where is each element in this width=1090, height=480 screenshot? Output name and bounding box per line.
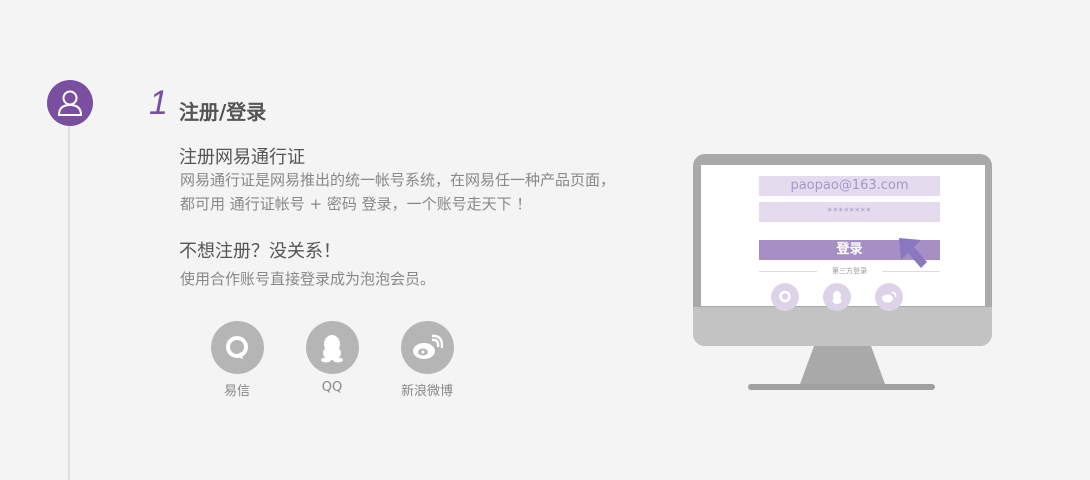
timeline-line <box>68 100 70 480</box>
register-desc-line1: 网易通行证是网易推出的统一帐号系统，在网易任一种产品页面， <box>180 171 616 189</box>
qq-icon <box>321 334 343 362</box>
social-login-yixin[interactable]: 易信 <box>197 321 277 399</box>
no-register-desc: 使用合作账号直接登录成为泡泡会员。 <box>180 270 436 288</box>
monitor-screen: paopao@163.com ******** 登录 第三方登录 <box>701 165 985 311</box>
social-label-qq: QQ <box>321 380 343 395</box>
register-heading: 注册网易通行证 <box>179 147 305 168</box>
mini-yixin-icon <box>771 283 799 311</box>
mini-qq-icon <box>823 283 851 311</box>
monitor-base <box>748 384 935 390</box>
no-register-heading: 不想注册？没关系！ <box>179 241 341 262</box>
social-label-yixin: 易信 <box>223 384 250 399</box>
mini-weibo-icon <box>875 283 903 311</box>
register-desc-line2: 都可用 通行证帐号 + 密码 登录，一个账号走天下 ！ <box>180 195 532 213</box>
cursor-arrow-icon <box>899 238 927 268</box>
user-icon <box>57 90 83 116</box>
weibo-icon <box>413 334 443 359</box>
social-label-weibo: 新浪微博 <box>400 384 453 399</box>
social-login-qq[interactable]: QQ <box>292 321 372 395</box>
yixin-icon <box>226 335 248 359</box>
monitor-stand <box>800 346 885 384</box>
step-number: 1 <box>149 84 168 122</box>
email-field: paopao@163.com <box>759 176 940 196</box>
social-login-weibo[interactable]: 新浪微博 <box>387 321 467 399</box>
user-step-badge <box>47 80 93 126</box>
step-title: 注册/登录 <box>179 100 267 124</box>
monitor-chin <box>693 307 992 346</box>
password-field: ******** <box>759 202 940 222</box>
